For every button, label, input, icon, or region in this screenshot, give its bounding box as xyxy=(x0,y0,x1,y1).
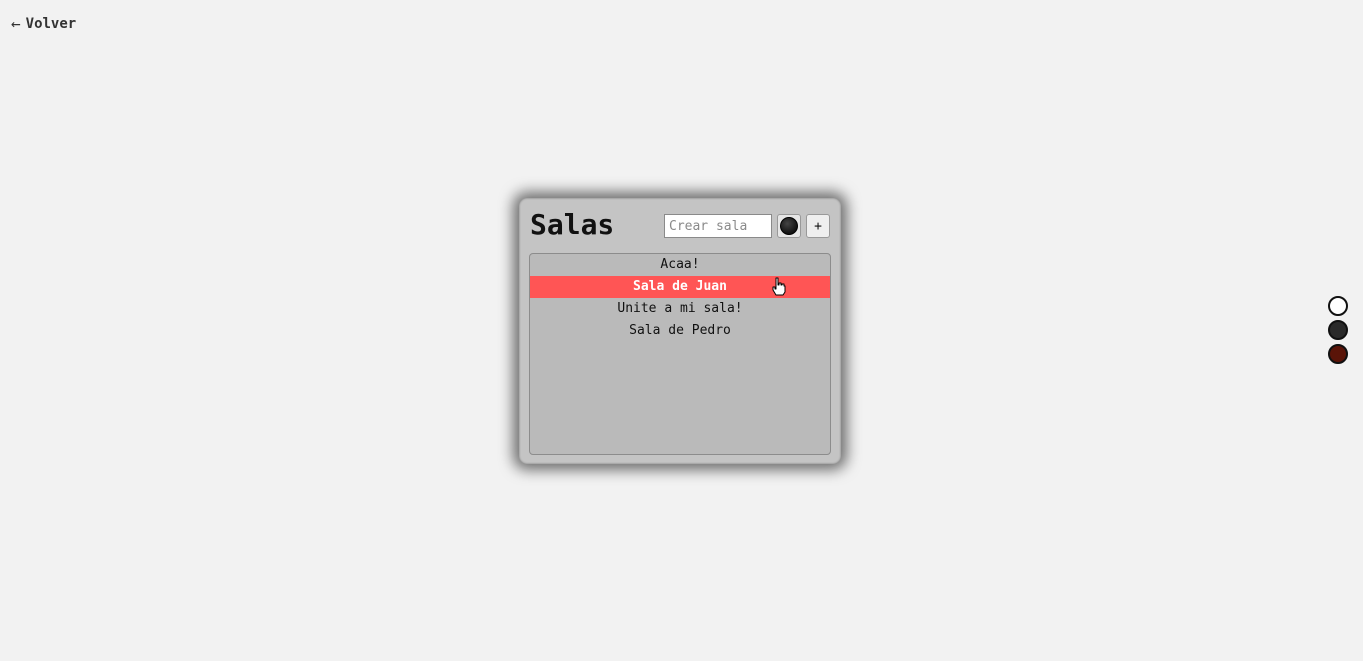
room-item[interactable]: Acaa! xyxy=(530,254,830,276)
room-item-selected[interactable]: Sala de Juan xyxy=(530,276,830,298)
panel-title: Salas xyxy=(530,208,615,241)
color-picker-button[interactable] xyxy=(777,214,801,238)
add-room-button[interactable]: + xyxy=(806,214,830,238)
theme-red-option[interactable] xyxy=(1328,344,1348,364)
theme-light-option[interactable] xyxy=(1328,296,1348,316)
room-item[interactable]: Sala de Pedro xyxy=(530,320,830,342)
theme-dark-option[interactable] xyxy=(1328,320,1348,340)
room-item[interactable]: Unite a mi sala! xyxy=(530,298,830,320)
color-picker-icon xyxy=(780,217,798,235)
back-link[interactable]: ← Volver xyxy=(11,14,77,33)
room-list: Acaa! Sala de Juan Unite a mi sala! Sala… xyxy=(529,253,831,455)
arrow-left-icon: ← xyxy=(11,14,21,33)
create-room-input[interactable] xyxy=(664,214,772,238)
back-label: Volver xyxy=(25,16,77,32)
rooms-panel: Salas + Acaa! Sala de Juan Unite a mi sa… xyxy=(519,198,841,464)
theme-switcher xyxy=(1328,296,1348,364)
